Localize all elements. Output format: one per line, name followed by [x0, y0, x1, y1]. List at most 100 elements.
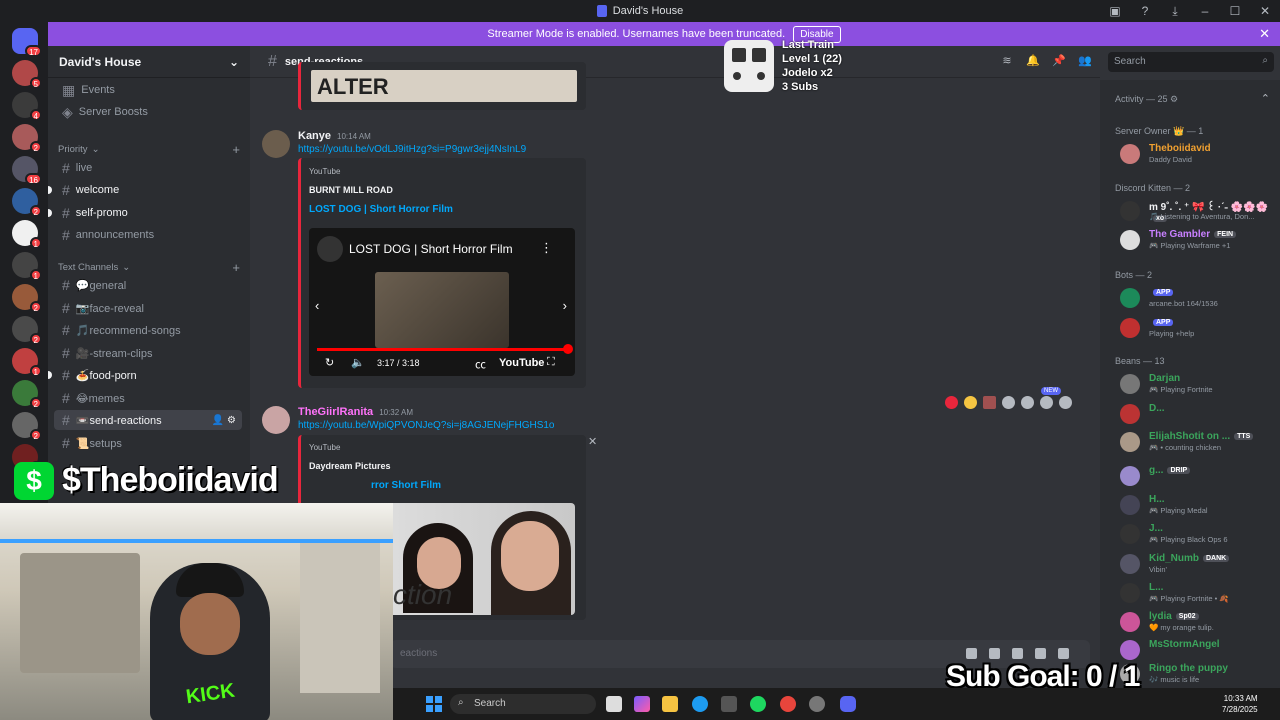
laughing-reaction-icon[interactable] [964, 396, 977, 409]
server-icon[interactable]: 1 [12, 348, 42, 377]
server-icon[interactable]: 17 [12, 28, 42, 57]
avatar[interactable] [262, 406, 290, 434]
gif-icon[interactable] [989, 648, 1000, 659]
add-channel-icon[interactable]: + [232, 260, 240, 275]
sidebar-item-server-boosts[interactable]: ◈ Server Boosts [54, 102, 242, 122]
member-item[interactable]: ElijahShotit on ... TTS [1149, 431, 1254, 442]
edge-icon[interactable] [692, 696, 708, 712]
message-author[interactable]: TheGiirlRanita 10:32 AM [298, 406, 413, 418]
avatar[interactable] [1120, 318, 1140, 338]
embed-title[interactable]: LOST DOG | Short Horror Film [309, 204, 453, 215]
volume-icon[interactable]: 🔈 [351, 356, 365, 369]
avatar[interactable] [1120, 432, 1140, 452]
add-reaction-icon[interactable] [1002, 396, 1015, 409]
author-name[interactable]: TheGiirlRanita [298, 406, 373, 418]
avatar[interactable] [1120, 288, 1140, 308]
sidebar-channel[interactable]: # welcome [48, 180, 242, 200]
reply-icon[interactable] [1021, 396, 1034, 409]
avatar[interactable] [1120, 404, 1140, 424]
minimize-button[interactable]: – [1190, 4, 1220, 18]
download-icon[interactable]: ⤓ [1160, 4, 1190, 19]
avatar[interactable] [1120, 495, 1140, 515]
server-icon[interactable]: 2 [12, 412, 42, 441]
server-icon[interactable]: 4 [12, 92, 42, 121]
sidebar-channel[interactable]: # 📜setups [54, 433, 242, 453]
sidebar-channel[interactable]: # 🎥-stream-clips [54, 343, 242, 363]
youtube-logo[interactable]: YouTube [499, 357, 544, 369]
progress-bar[interactable] [317, 348, 567, 351]
prev-icon[interactable]: ‹ [315, 298, 319, 313]
member-item[interactable]: Kid_Numb DANK [1149, 553, 1230, 564]
copilot-icon[interactable] [634, 696, 650, 712]
inbox-icon[interactable]: ▣ [1100, 4, 1130, 18]
embed-title[interactable]: rror Short Film [371, 480, 441, 491]
member-item[interactable]: APP [1149, 287, 1174, 298]
member-item[interactable]: D... [1149, 403, 1165, 414]
system-clock[interactable]: 10:33 AM 7/28/2025 [1222, 693, 1258, 715]
message-link[interactable]: https://youtu.be/WpiQPVONJeQ?si=j8AGJENe… [298, 420, 555, 431]
member-item[interactable]: Darjan [1149, 373, 1180, 384]
emoji-icon[interactable] [1035, 648, 1046, 659]
embed-author[interactable]: BURNT MILL ROAD [309, 185, 393, 195]
member-item[interactable]: MsStormAngel [1149, 639, 1220, 650]
sidebar-channel[interactable]: # 💬general [54, 275, 242, 295]
sticker-icon[interactable] [1012, 648, 1023, 659]
progress-handle[interactable] [563, 344, 573, 354]
sidebar-channel[interactable]: # self-promo [48, 203, 242, 223]
gift-icon[interactable] [966, 648, 977, 659]
video-player[interactable]: LOST DOG | Short Horror Film ⋮ ‹ › ↻ 🔈 3… [309, 228, 575, 376]
sidebar-channel[interactable]: # announcements [54, 225, 242, 245]
sidebar-channel[interactable]: # 😂memes [54, 388, 242, 408]
server-icon[interactable]: 1 [12, 220, 42, 249]
pin-icon[interactable]: 📌 [1052, 54, 1066, 68]
search-input[interactable]: Search ⌕ [1108, 52, 1274, 72]
fullscreen-icon[interactable]: ⛶ [547, 356, 555, 369]
message-link[interactable]: https://youtu.be/vOdLJ9itHzg?si=P9gwr3ej… [298, 144, 526, 155]
member-item[interactable]: Theboiidavid [1149, 143, 1211, 154]
close-window-button[interactable]: ✕ [1250, 4, 1280, 18]
channel-settings-icon[interactable]: 👤 ⚙ [212, 415, 236, 426]
member-list-icon[interactable]: 👥 [1078, 54, 1092, 68]
start-button[interactable] [426, 696, 442, 712]
avatar[interactable] [1120, 524, 1140, 544]
member-item[interactable]: APP [1149, 317, 1174, 328]
member-item[interactable]: The Gambler FEIN [1149, 229, 1237, 240]
avatar[interactable] [1120, 554, 1140, 574]
avatar[interactable] [1120, 374, 1140, 394]
sidebar-channel[interactable]: # 🎵recommend-songs [54, 320, 242, 340]
server-icon[interactable]: 5 [12, 60, 42, 89]
notification-bell-icon[interactable]: 🔔 [1026, 54, 1040, 68]
member-item[interactable]: lydia Sp02 [1149, 611, 1199, 622]
server-icon[interactable]: 2 [12, 124, 42, 153]
category-text-channels[interactable]: Text Channels ⌄ + [58, 260, 242, 275]
author-name[interactable]: Kanye [298, 130, 331, 142]
member-item[interactable]: g... DRIP [1149, 465, 1191, 476]
message-author[interactable]: Kanye 10:14 AM [298, 130, 371, 142]
server-icon[interactable]: 2 [12, 380, 42, 409]
add-channel-icon[interactable]: + [232, 142, 240, 157]
avatar[interactable] [1120, 466, 1140, 486]
sidebar-channel[interactable]: # 📼send-reactions 👤 ⚙ [54, 410, 242, 430]
embed-author[interactable]: Daydream Pictures [309, 461, 391, 471]
remove-embed-icon[interactable]: ✕ [588, 435, 597, 448]
member-item[interactable]: H... [1149, 494, 1165, 505]
chrome-icon[interactable] [780, 696, 796, 712]
avatar[interactable] [1120, 612, 1140, 632]
video-thumbnail[interactable] [375, 272, 509, 348]
apps-icon[interactable] [1058, 648, 1069, 659]
taskbar-search[interactable]: ⌕ Search [450, 694, 596, 714]
embed-thumbnail[interactable]: ction [393, 503, 575, 615]
spotify-icon[interactable] [750, 696, 766, 712]
more-options-icon[interactable]: ⋮ [540, 240, 553, 256]
server-icon[interactable]: 2 [12, 188, 42, 217]
sidebar-channel[interactable]: # 🍝food-porn [48, 365, 242, 385]
activity-header[interactable]: Activity — 25 ⚙ [1115, 94, 1178, 105]
more-icon[interactable] [1059, 396, 1072, 409]
member-item[interactable]: J... [1149, 523, 1163, 534]
maximize-button[interactable]: ☐ [1220, 4, 1250, 18]
sidebar-channel[interactable]: # 📷face-reveal [54, 298, 242, 318]
chevron-up-icon[interactable]: ⌃ [1261, 92, 1270, 105]
close-banner-icon[interactable]: ✕ [1259, 26, 1270, 42]
sidebar-channel[interactable]: # live [54, 158, 242, 178]
member-item[interactable]: L... [1149, 582, 1163, 593]
